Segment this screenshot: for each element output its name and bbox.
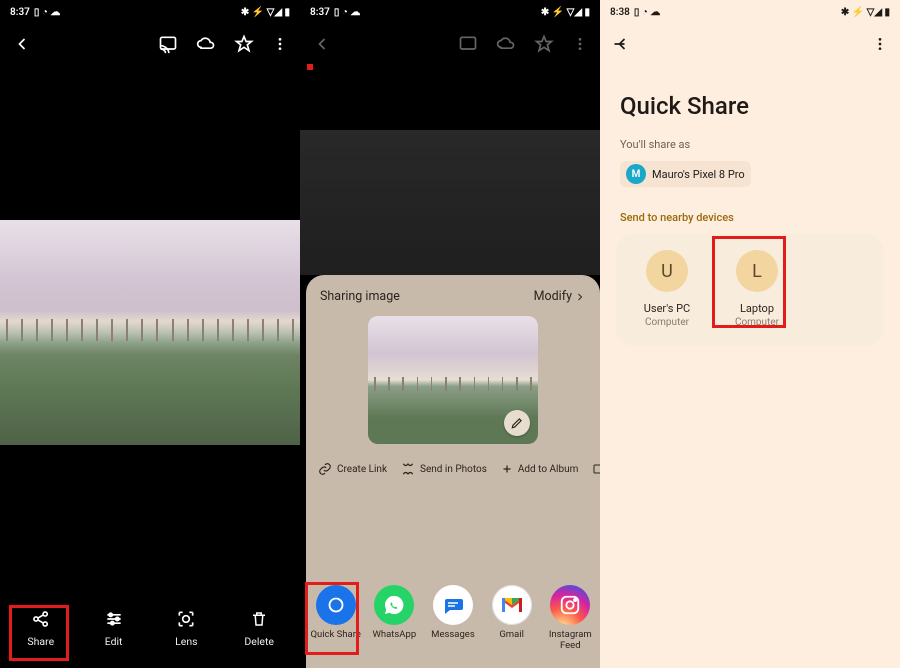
app-quick-share[interactable]: Quick Share (307, 585, 365, 652)
edit-thumbnail-button[interactable] (504, 410, 530, 436)
share-icon (31, 607, 51, 631)
trash-icon (250, 607, 268, 631)
sliders-icon (104, 607, 124, 631)
gmail-icon (492, 585, 532, 625)
cast-icon[interactable] (158, 34, 178, 54)
sheet-title: Sharing image (320, 289, 400, 304)
more-icon[interactable] (872, 34, 888, 54)
screenshot-photo-viewer: 8:37 ▯ ◔ ☁ ✱ ⚡ ▽◢ ▮ (0, 0, 300, 668)
status-bar: 8:37 ▯ ◔ ☁ ✱ ⚡ ▽◢ ▮ (300, 0, 600, 24)
status-icons-right: ✱ ⚡ ▽◢ ▮ (241, 7, 290, 18)
lens-button[interactable]: Lens (154, 607, 218, 648)
status-icons-left: ▯ ◔ ☁ (34, 7, 61, 18)
add-to-album-button[interactable]: Add to Album (501, 462, 579, 476)
share-apps-row: Quick Share WhatsApp Messages Gmail (306, 585, 600, 660)
device-laptop[interactable]: L Laptop Computer (712, 250, 802, 328)
lens-icon (176, 607, 196, 631)
modify-button[interactable]: Modify (534, 289, 586, 304)
app-instagram[interactable]: Instagram Feed (541, 585, 599, 652)
top-bar (600, 24, 900, 64)
screenshot-quick-share: 8:38 ▯ ◔ ☁ ✱ ⚡ ▽◢ ▮ Quick Share You'll s… (600, 0, 900, 668)
back-icon[interactable] (312, 34, 332, 54)
status-icons-left: ▯ ◔ ☁ (334, 7, 361, 18)
send-in-photos-button[interactable]: Send in Photos (401, 462, 487, 476)
delete-button[interactable]: Delete (227, 607, 291, 648)
send-nearby-label: Send to nearby devices (600, 191, 900, 234)
identity-row[interactable]: M Mauro's Pixel 8 Pro (600, 157, 900, 191)
share-button[interactable]: Share (9, 607, 73, 648)
page-title: Quick Share (600, 64, 900, 128)
status-time: 8:37 (10, 7, 30, 18)
status-bar: 8:38 ▯ ◔ ☁ ✱ ⚡ ▽◢ ▮ (600, 0, 900, 24)
more-icon[interactable] (272, 34, 288, 54)
status-time: 8:37 (310, 7, 330, 18)
device-avatar: L (736, 250, 778, 292)
top-bar (0, 24, 300, 64)
identity-avatar: M (626, 164, 646, 184)
edit-label: Edit (105, 635, 123, 648)
status-icons-right: ✱ ⚡ ▽◢ ▮ (841, 7, 890, 18)
status-icons-right: ✱ ⚡ ▽◢ ▮ (541, 7, 590, 18)
link-actions-row: Create Link Send in Photos Add to Album … (306, 452, 600, 486)
nearby-devices-card: U User's PC Computer L Laptop Computer (616, 234, 884, 346)
back-icon[interactable] (612, 34, 632, 54)
star-icon (534, 34, 554, 54)
device-avatar: U (646, 250, 688, 292)
more-icon (572, 34, 588, 54)
app-gmail[interactable]: Gmail (483, 585, 541, 652)
photo[interactable] (0, 220, 300, 445)
share-sheet: Sharing image Modify Create Link Send in (306, 275, 600, 668)
cloud-icon (496, 34, 516, 54)
share-label: Share (27, 635, 54, 648)
quick-share-icon (316, 585, 356, 625)
edit-button[interactable]: Edit (82, 607, 146, 648)
whatsapp-icon (374, 585, 414, 625)
app-messages[interactable]: Messages (424, 585, 482, 652)
photo-dimmed (300, 130, 600, 275)
device-users-pc[interactable]: U User's PC Computer (622, 250, 712, 328)
delete-label: Delete (244, 635, 274, 648)
lens-label: Lens (175, 635, 197, 648)
create-button[interactable]: Creat (592, 462, 600, 476)
share-thumbnail[interactable] (368, 316, 538, 444)
instagram-icon (550, 585, 590, 625)
status-icons-left: ▯ ◔ ☁ (634, 7, 661, 18)
screenshot-share-sheet: 8:37 ▯ ◔ ☁ ✱ ⚡ ▽◢ ▮ Sharing image Modify (300, 0, 600, 668)
share-as-label: You'll share as (600, 128, 900, 157)
back-icon[interactable] (12, 34, 32, 54)
identity-name: Mauro's Pixel 8 Pro (652, 168, 745, 181)
create-link-button[interactable]: Create Link (318, 462, 387, 476)
top-bar (300, 24, 600, 64)
star-icon[interactable] (234, 34, 254, 54)
status-bar: 8:37 ▯ ◔ ☁ ✱ ⚡ ▽◢ ▮ (0, 0, 300, 24)
cloud-icon[interactable] (196, 34, 216, 54)
cast-icon (458, 34, 478, 54)
app-whatsapp[interactable]: WhatsApp (365, 585, 423, 652)
bottom-action-bar: Share Edit Lens Delete (0, 601, 300, 658)
messages-icon (433, 585, 473, 625)
status-time: 8:38 (610, 7, 630, 18)
